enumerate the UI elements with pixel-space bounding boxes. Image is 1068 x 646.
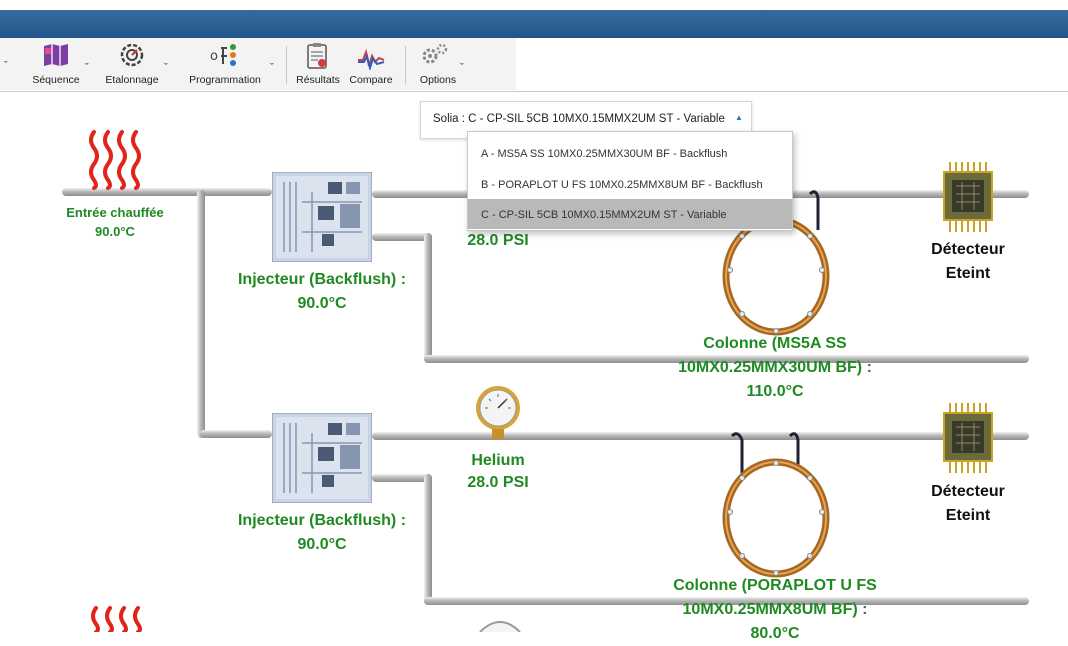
channel1-detector-label: Détecteur Eteint <box>918 238 1018 286</box>
column-selector-value: Solia : C - CP-SIL 5CB 10MX0.15MMX2UM ST… <box>433 113 725 125</box>
inlet-label: Entrée chauffée 90.0°C <box>40 203 190 241</box>
column-coil-icon[interactable] <box>718 432 838 580</box>
calibration-label: Etalonnage <box>105 74 159 86</box>
pressure-gauge-icon[interactable] <box>473 385 523 441</box>
sequence-button[interactable]: Séquence <box>26 42 86 88</box>
results-button[interactable]: Résultats <box>290 42 346 88</box>
options-button[interactable]: Options <box>410 42 466 88</box>
channel1-backflush-pipe <box>372 233 432 241</box>
programming-icon: o <box>210 44 236 66</box>
column-option-a[interactable]: A - MS5A SS 10MX0.25MMX30UM BF - Backflu… <box>468 138 792 168</box>
channel2-gas-label: Helium 28.0 PSI <box>446 450 550 494</box>
results-icon <box>307 43 327 69</box>
column-selector-list: A - MS5A SS 10MX0.25MMX30UM BF - Backflu… <box>467 131 793 231</box>
chevron-down-icon[interactable]: ˇ <box>85 62 89 74</box>
channel2-inlet-pipe <box>200 430 272 438</box>
detector-icon[interactable] <box>942 160 994 234</box>
calibration-icon <box>120 43 144 67</box>
channel1-injector-label: Injecteur (Backflush) : 90.0°C <box>220 268 424 316</box>
toolbar-separator <box>405 46 406 84</box>
programming-label: Programmation <box>189 74 261 86</box>
chevron-down-icon[interactable]: ˇ <box>460 62 464 74</box>
pressure-gauge-icon <box>479 621 521 632</box>
channel1-pressure: 28.0 PSI <box>467 232 529 249</box>
injector-icon[interactable] <box>272 413 372 503</box>
column-option-c[interactable]: C - CP-SIL 5CB 10MX0.15MMX2UM ST - Varia… <box>468 199 792 229</box>
channel2-backflush-pipe <box>372 474 432 482</box>
channel1-backflush-vertical <box>424 233 432 363</box>
heater-icon <box>89 130 141 190</box>
channel2-pressure: 28.0 PSI <box>467 474 529 491</box>
channel2-detector-label: Détecteur Eteint <box>918 480 1018 528</box>
results-label: Résultats <box>296 74 340 86</box>
channel1-injector-temp: 90.0°C <box>297 295 347 312</box>
programming-button[interactable]: o Programmation <box>180 42 270 88</box>
svg-text:o: o <box>210 49 218 64</box>
chevron-down-icon[interactable]: ˇ <box>4 60 8 72</box>
compare-button[interactable]: Compare <box>345 42 397 88</box>
injector-icon[interactable] <box>272 172 372 262</box>
channel2-detector-line1: Détecteur <box>931 483 1005 500</box>
calibration-button[interactable]: Etalonnage <box>100 42 164 88</box>
toolbar-divider <box>0 91 1068 92</box>
chevron-down-icon[interactable]: ˇ <box>270 62 274 74</box>
window-titlebar <box>0 0 1068 38</box>
chevron-up-icon[interactable]: ▲ <box>735 113 743 122</box>
compare-icon <box>358 48 385 70</box>
channel1-column-line1: Colonne (MS5A SS <box>703 335 847 352</box>
detector-icon[interactable] <box>942 401 994 475</box>
inlet-name: Entrée chauffée <box>66 205 164 220</box>
compare-label: Compare <box>349 74 393 86</box>
channel1-injector-name: Injecteur (Backflush) : <box>237 271 407 288</box>
channel1-detector-line1: Détecteur <box>931 241 1005 258</box>
channel2-backflush-vertical <box>424 474 432 604</box>
channel2-column-label: Colonne (PORAPLOT U FS 10MX0.25MMX8UM BF… <box>640 574 910 646</box>
heater-icon <box>91 606 142 632</box>
channel1-detector-line2: Eteint <box>945 265 991 282</box>
channel2-gas: Helium <box>471 452 525 469</box>
sequence-icon <box>44 44 68 66</box>
channel1-column-label: Colonne (MS5A SS 10MX0.25MMX30UM BF) : 1… <box>640 332 910 404</box>
inlet-temp: 90.0°C <box>95 224 135 239</box>
channel2-main-pipe <box>372 432 1029 440</box>
channel2-column-line2: 10MX0.25MMX8UM BF) : <box>682 601 868 618</box>
channel2-injector-label: Injecteur (Backflush) : 90.0°C <box>220 509 424 557</box>
channel1-column-temp: 110.0°C <box>746 383 804 400</box>
channel2-detector-line2: Eteint <box>945 507 991 524</box>
channel2-column-temp: 80.0°C <box>750 625 800 642</box>
channel1-column-line2: 10MX0.25MMX30UM BF) : <box>678 359 872 376</box>
options-icon <box>422 43 448 64</box>
channel2-injector-name: Injecteur (Backflush) : <box>237 512 407 529</box>
toolbar-separator <box>286 46 287 84</box>
chevron-down-icon[interactable]: ˇ <box>164 62 168 74</box>
sequence-label: Séquence <box>32 74 80 86</box>
split-pipe-vertical <box>197 190 205 438</box>
channel2-injector-temp: 90.0°C <box>297 536 347 553</box>
channel2-column-line1: Colonne (PORAPLOT U FS <box>673 577 877 594</box>
options-label: Options <box>419 74 457 86</box>
column-option-b[interactable]: B - PORAPLOT U FS 10MX0.25MMX8UM BF - Ba… <box>468 169 792 199</box>
